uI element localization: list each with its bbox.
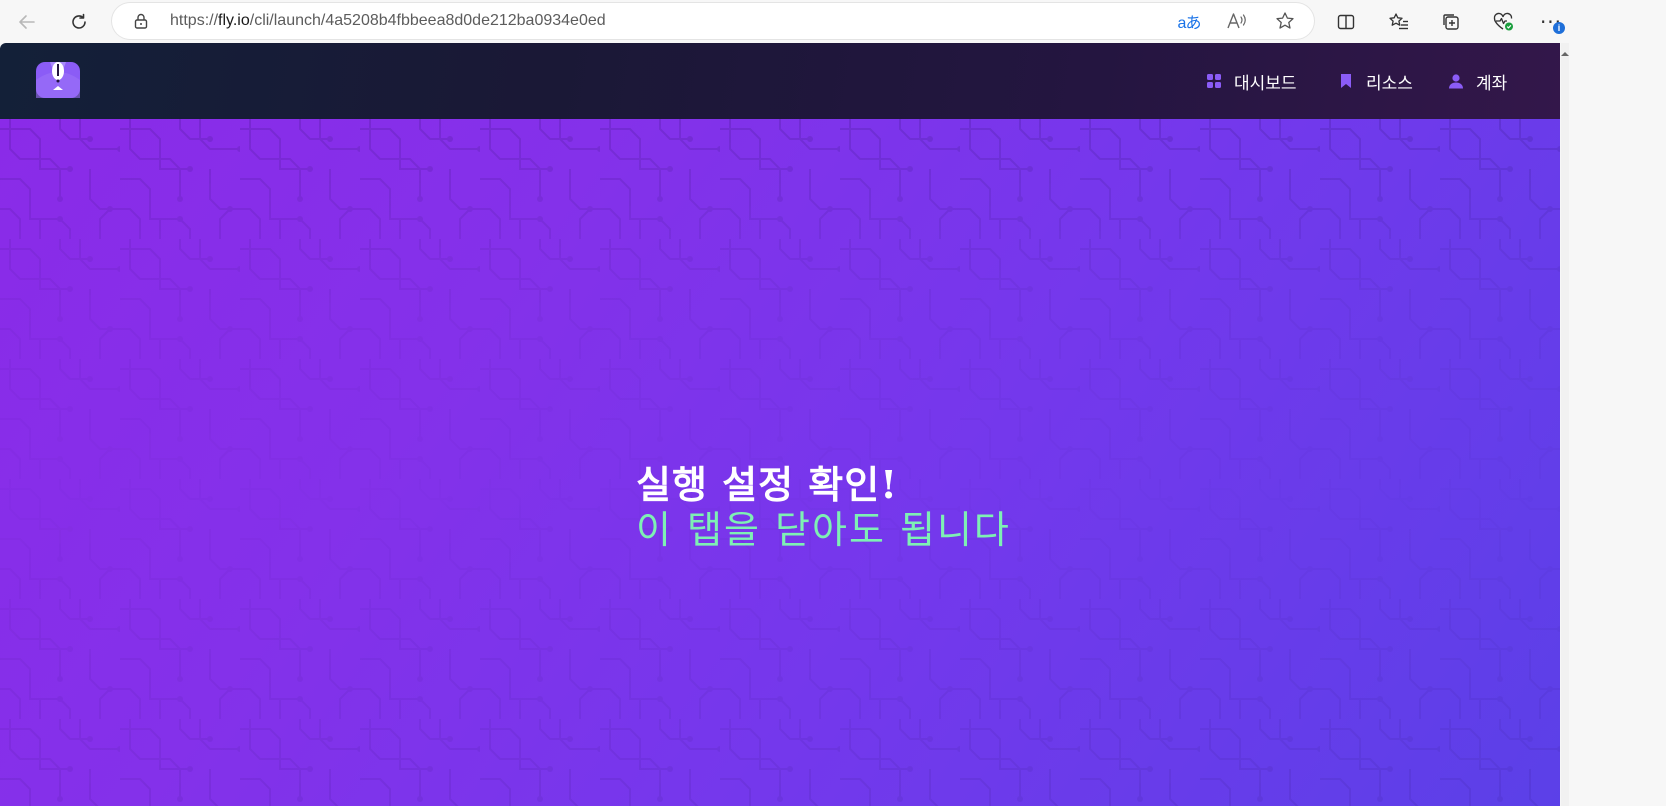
dashboard-grid-icon [1206,73,1222,89]
lock-icon[interactable] [132,12,150,30]
info-badge: i [1553,22,1565,34]
nav-resources[interactable]: 리소스 [1338,68,1413,94]
translate-button[interactable]: aあ [1176,8,1202,34]
refresh-button[interactable] [63,6,95,38]
favorites-list-icon [1389,13,1408,30]
fly-balloon-logo-icon[interactable] [36,60,80,100]
heart-pulse-icon [1493,12,1513,31]
browser-toolbar: https://fly.io/cli/launch/4a5208b4fbbeea… [0,0,1666,43]
url-path: /cli/launch/4a5208b4fbbeea8d0de212ba0934… [249,12,606,29]
collections-icon [1443,14,1459,30]
favorite-button[interactable] [1272,8,1298,34]
scroll-up-arrow-icon[interactable] [1560,49,1570,59]
refresh-icon [72,13,86,29]
collections-button[interactable] [1435,6,1467,38]
url-text[interactable]: https://fly.io/cli/launch/4a5208b4fbbeea… [170,12,606,30]
nav-resources-label: 리소스 [1366,73,1413,94]
read-aloud-icon [1227,13,1246,29]
hero-subtitle: 이 탭을 닫아도 됩니다 [636,508,1011,552]
back-arrow-icon [19,15,35,29]
site-header: 대시보드 리소스 계좌 [0,43,1560,119]
split-screen-icon [1337,14,1355,30]
read-aloud-button[interactable] [1224,8,1250,34]
address-bar[interactable]: https://fly.io/cli/launch/4a5208b4fbbeea… [112,3,1314,39]
nav-dashboard-label: 대시보드 [1234,73,1297,94]
favorites-button[interactable] [1383,6,1415,38]
user-icon [1448,73,1464,89]
back-button[interactable] [11,6,43,38]
browser-essentials-button[interactable] [1487,6,1519,38]
nav-account[interactable]: 계좌 [1448,68,1507,94]
nav-dashboard[interactable]: 대시보드 [1206,68,1297,94]
vertical-scrollbar[interactable] [1560,43,1666,806]
hero-section: 실행 설정 확인! 이 탭을 닫아도 됩니다 [0,119,1560,806]
split-screen-button[interactable] [1330,6,1362,38]
page-viewport: 대시보드 리소스 계좌 실행 설정 확인! 이 탭을 닫아도 됩니다 [0,43,1560,806]
star-icon [1276,12,1294,29]
url-host: fly.io [218,12,250,29]
nav-account-label: 계좌 [1476,73,1508,94]
translate-icon: aあ [1177,15,1202,32]
url-prefix: https:// [170,12,219,29]
scrollbar-track[interactable] [1561,43,1569,806]
bookmark-icon [1338,73,1354,89]
more-button[interactable]: ··· i [1536,6,1566,38]
